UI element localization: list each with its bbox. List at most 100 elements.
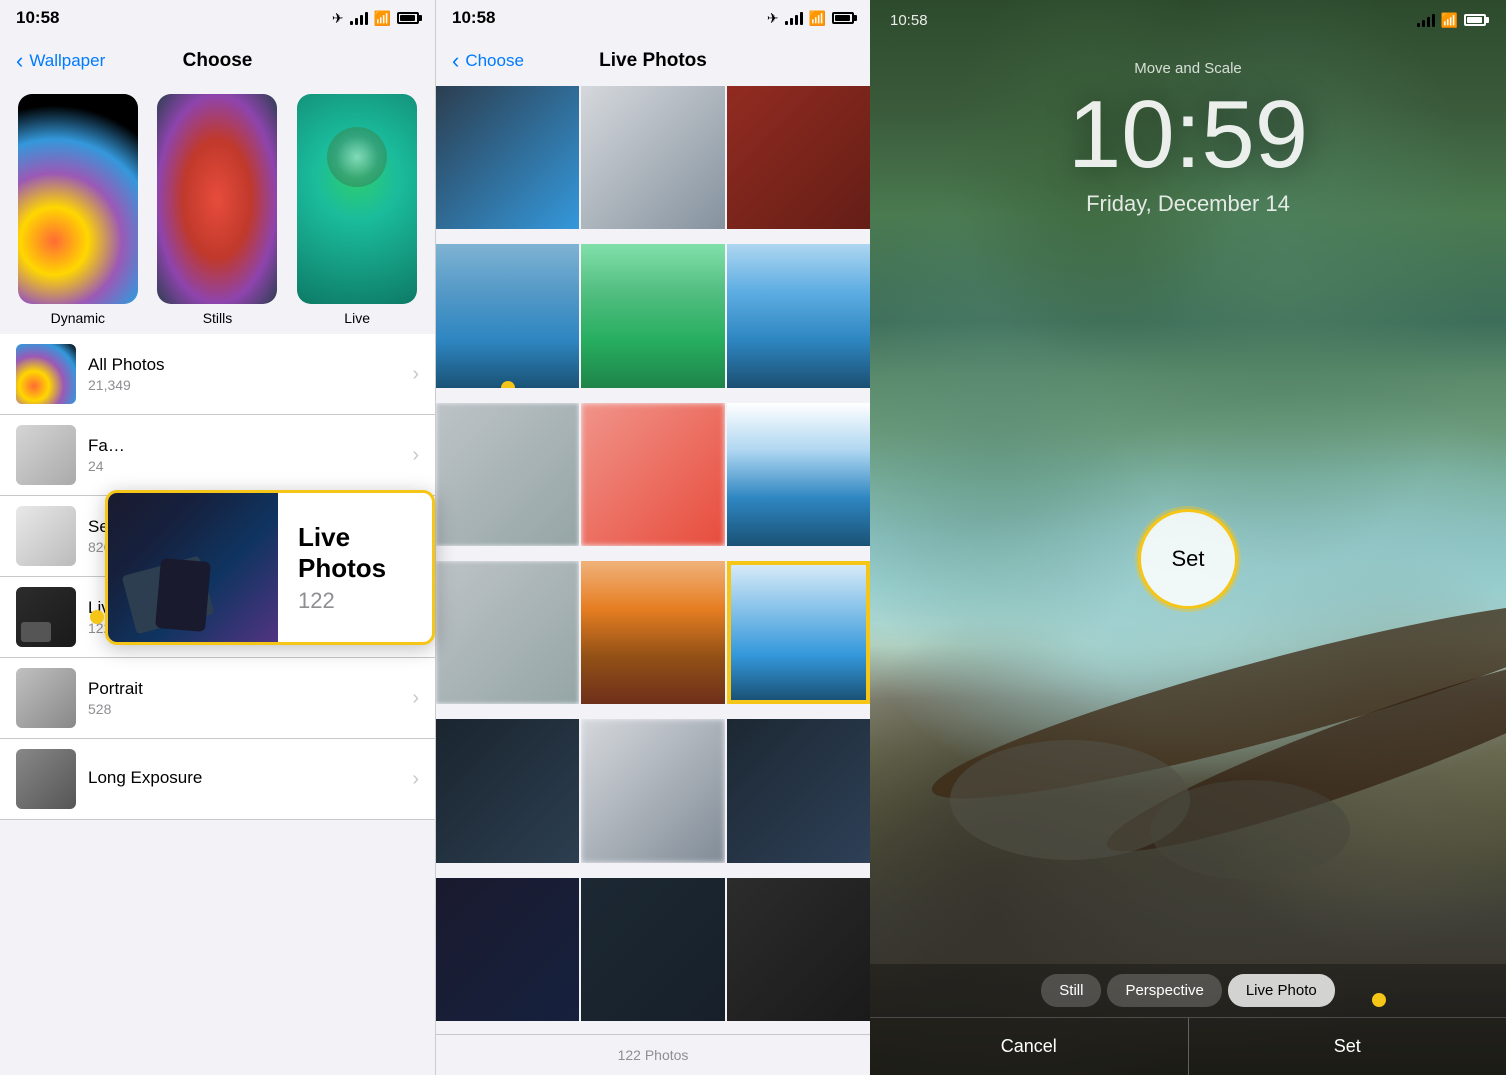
- signal-icon-2: [785, 11, 803, 25]
- panel-live-photos: 10:58 ✈ 📶 Choose Live Photos: [435, 0, 870, 1075]
- ls-option-live-photo[interactable]: Live Photo: [1228, 974, 1335, 1007]
- status-bar-1: 10:58 ✈ 📶: [0, 0, 435, 36]
- ls-status-icons: 📶: [1417, 12, 1486, 29]
- location-icon-2: ✈: [767, 10, 779, 27]
- battery-icon: [397, 12, 419, 24]
- grid-cell-11[interactable]: [581, 561, 724, 704]
- grid-cell-4[interactable]: [436, 244, 579, 387]
- stills-thumb: [157, 94, 277, 304]
- live-photos-title: Live Photos: [599, 50, 707, 72]
- grid-annotation-dot: [501, 381, 515, 388]
- grid-cell-5[interactable]: [581, 244, 724, 387]
- portrait-info: Portrait 528: [88, 679, 400, 717]
- grid-footer-text: 122 Photos: [618, 1047, 689, 1063]
- popup-title: Live Photos: [298, 522, 412, 584]
- long-exposure-name: Long Exposure: [88, 768, 400, 788]
- choose-back-button[interactable]: Choose: [452, 48, 524, 74]
- ls-battery-icon: [1464, 14, 1486, 26]
- ls-move-scale-label: Move and Scale: [870, 60, 1506, 77]
- grid-cell-6[interactable]: [727, 244, 870, 387]
- live-photos-popup: Live Photos 122: [105, 490, 435, 645]
- nav-bar-2: Choose Live Photos: [436, 36, 870, 86]
- panel-lockscreen: 10:58 📶 Move and Scale 10:59 Friday, Dec…: [870, 0, 1506, 1075]
- category-live[interactable]: Live: [297, 94, 417, 326]
- dynamic-thumb: [18, 94, 138, 304]
- nav-bar-1: Wallpaper Choose: [0, 36, 435, 86]
- ls-set-button[interactable]: Set: [1189, 1018, 1506, 1075]
- grid-cell-2[interactable]: [581, 86, 724, 229]
- grid-cell-8[interactable]: [581, 403, 724, 546]
- ls-status-bar: 10:58 📶: [870, 0, 1506, 40]
- favorites-count: 24: [88, 458, 400, 474]
- long-exposure-chevron: [412, 768, 419, 791]
- long-exposure-thumb: [16, 749, 76, 809]
- stills-label: Stills: [203, 310, 233, 326]
- ls-option-still[interactable]: Still: [1041, 974, 1101, 1007]
- wallpaper-back-label: Wallpaper: [29, 51, 105, 71]
- category-dynamic[interactable]: Dynamic: [18, 94, 138, 326]
- favorites-chevron: [412, 444, 419, 467]
- grid-cell-14[interactable]: [581, 719, 724, 862]
- portrait-chevron: [412, 687, 419, 710]
- set-circle-label: Set: [1171, 546, 1204, 572]
- grid-cell-15[interactable]: [727, 719, 870, 862]
- grid-cell-3[interactable]: [727, 86, 870, 229]
- grid-cell-17[interactable]: [581, 878, 724, 1021]
- set-circle-button[interactable]: Set: [1138, 509, 1238, 609]
- grid-cell-16[interactable]: [436, 878, 579, 1021]
- favorites-thumb: [16, 425, 76, 485]
- live-thumb: [297, 94, 417, 304]
- ls-signal-icon: [1417, 13, 1435, 27]
- popup-text: Live Photos 122: [278, 502, 432, 634]
- album-all-photos[interactable]: All Photos 21,349: [0, 334, 435, 415]
- photo-grid: [436, 86, 870, 1034]
- location-icon: ✈: [332, 10, 344, 27]
- portrait-name: Portrait: [88, 679, 400, 699]
- all-photos-chevron: [412, 363, 419, 386]
- grid-cell-10[interactable]: [436, 561, 579, 704]
- wallpaper-categories: Dynamic Stills Live: [0, 86, 435, 334]
- all-photos-name: All Photos: [88, 355, 400, 375]
- ls-status-time: 10:58: [890, 12, 928, 29]
- grid-cell-1[interactable]: [436, 86, 579, 229]
- ls-time: 10:59: [870, 87, 1506, 183]
- album-portrait[interactable]: Portrait 528: [0, 658, 435, 739]
- back-arrow-icon-2: [452, 48, 461, 74]
- all-photos-thumb: [16, 344, 76, 404]
- all-photos-count: 21,349: [88, 377, 400, 393]
- wallpaper-back-button[interactable]: Wallpaper: [16, 48, 105, 74]
- panel-choose: 10:58 ✈ 📶 Wallpaper Choose: [0, 0, 435, 1075]
- favorites-info: Fa… 24: [88, 436, 400, 474]
- choose-title: Choose: [183, 50, 253, 72]
- wifi-icon: 📶: [374, 10, 391, 27]
- grid-cell-13[interactable]: [436, 719, 579, 862]
- ls-cancel-button[interactable]: Cancel: [870, 1018, 1189, 1075]
- ls-option-perspective[interactable]: Perspective: [1107, 974, 1221, 1007]
- album-favorites[interactable]: Fa… 24: [0, 415, 435, 496]
- ls-set-annotation-dot: [1372, 993, 1386, 1007]
- long-exposure-info: Long Exposure: [88, 768, 400, 790]
- selfies-thumb: [16, 506, 76, 566]
- ls-wifi-icon: 📶: [1441, 12, 1458, 29]
- grid-footer: 122 Photos: [436, 1034, 870, 1075]
- grid-cell-7[interactable]: [436, 403, 579, 546]
- ls-actions: Cancel Set: [870, 1017, 1506, 1075]
- grid-cell-12-highlighted[interactable]: [727, 561, 870, 704]
- choose-back-label: Choose: [465, 51, 524, 71]
- live-label: Live: [344, 310, 370, 326]
- favorites-name: Fa…: [88, 436, 400, 456]
- category-stills[interactable]: Stills: [157, 94, 277, 326]
- grid-cell-9[interactable]: [727, 403, 870, 546]
- ls-date: Friday, December 14: [870, 191, 1506, 217]
- ls-options-row: Still Perspective Live Photo: [870, 964, 1506, 1017]
- grid-cell-18[interactable]: [727, 878, 870, 1021]
- all-photos-info: All Photos 21,349: [88, 355, 400, 393]
- album-long-exposure[interactable]: Long Exposure: [0, 739, 435, 820]
- status-time-1: 10:58: [16, 8, 59, 28]
- album-list: All Photos 21,349 Fa… 24 Selfies 826: [0, 334, 435, 1075]
- popup-image: [108, 490, 278, 645]
- dynamic-label: Dynamic: [51, 310, 105, 326]
- battery-icon-2: [832, 12, 854, 24]
- status-bar-2: 10:58 ✈ 📶: [436, 0, 870, 36]
- live-photos-thumb: [16, 587, 76, 647]
